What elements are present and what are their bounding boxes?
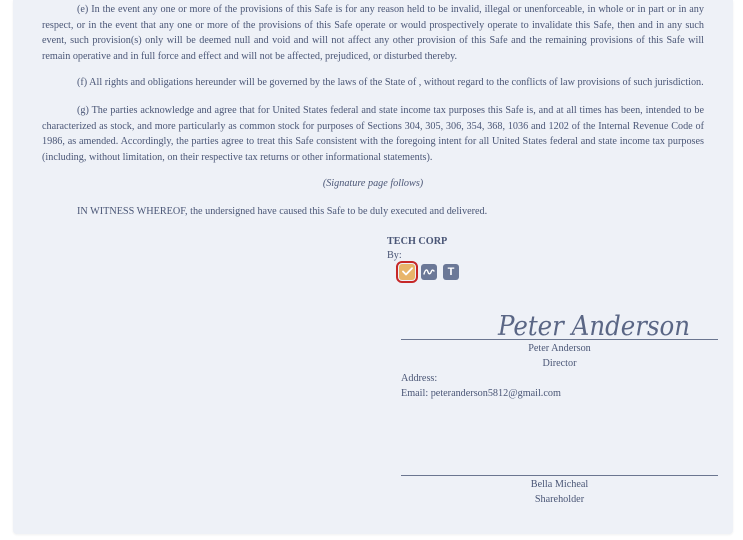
by-label: By: [387,250,402,261]
signer-name-director: Peter Anderson [528,343,591,354]
check-icon [401,263,413,281]
address-label: Address: [401,373,438,384]
signature-text: Peter Anderson [497,311,690,341]
witness-clause: IN WITNESS WHEREOF, the undersigned have… [77,206,488,217]
paragraph-f: (f) All rights and obligations hereunder… [77,77,704,88]
signature-draw-icon [423,263,435,281]
signature-field-tools: T [396,261,465,283]
company-name: TECH CORP [387,236,448,247]
check-tool-button[interactable] [396,261,418,283]
signature-image: Peter Anderson [496,305,696,342]
signer-title-director: Director [542,358,577,369]
document-page: (e) In the event any one or more of the … [13,0,733,534]
text-tool-button[interactable]: T [443,264,459,280]
signer-name-shareholder: Bella Micheal [530,479,589,490]
text-tool-icon: T [447,266,455,278]
draw-signature-button[interactable] [421,264,437,280]
paragraph-g: (g) The parties acknowledge and agree th… [42,105,704,163]
signature-line-director [401,339,718,340]
signature-line-shareholder [401,475,718,476]
signature-page-follows: (Signature page follows) [322,178,424,189]
signer-title-shareholder: Shareholder [534,494,585,505]
email-line: Email: peteranderson5812@gmail.com [401,388,561,399]
paragraph-e: (e) In the event any one or more of the … [42,4,704,62]
